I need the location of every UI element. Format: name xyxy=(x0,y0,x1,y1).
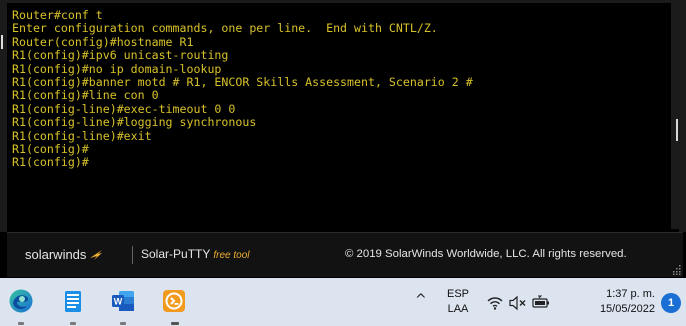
solar-putty-icon[interactable] xyxy=(161,288,187,314)
notification-badge[interactable]: 1 xyxy=(661,293,681,313)
scrollbar-thumb[interactable] xyxy=(676,119,678,141)
terminal-scrollbar[interactable] xyxy=(671,3,679,229)
notepad-icon[interactable] xyxy=(60,288,86,314)
edge-icon[interactable] xyxy=(8,288,34,314)
terminal-output[interactable]: Router#conf t Enter configuration comman… xyxy=(7,3,671,229)
product-title: Solar-PuTTY xyxy=(141,247,211,261)
free-tool-tag: free tool xyxy=(213,250,250,261)
input-language[interactable]: ESP LAA xyxy=(444,287,472,317)
terminal-line: R1(config-line)#exec-timeout 0 0 xyxy=(12,101,236,116)
clock-date: 15/05/2022 xyxy=(599,303,655,315)
terminal-line: R1(config)#line con 0 xyxy=(12,88,159,103)
resize-grip-icon[interactable] xyxy=(671,265,681,275)
clock-time: 1:37 p. m. xyxy=(606,288,655,300)
speaker-muted-icon[interactable] xyxy=(509,295,527,311)
brand-name: solarwinds xyxy=(25,247,87,262)
language-code: ESP xyxy=(446,288,469,300)
svg-text:W: W xyxy=(114,297,123,307)
taskbar-app-indicator-active xyxy=(171,322,179,325)
terminal-line: R1(config)#ipv6 unicast-routing xyxy=(12,48,229,63)
terminal-line: Router(config)#hostname R1 xyxy=(12,34,194,49)
terminal-line: R1(config-line)#exit xyxy=(12,128,152,143)
taskbar: W ^ ESP LAA 1:37 p. m. 15/05/2022 1 xyxy=(0,278,686,326)
taskbar-app-indicator xyxy=(120,322,126,325)
copyright-text: © 2019 SolarWinds Worldwide, LLC. All ri… xyxy=(345,248,627,260)
battery-charging-icon[interactable] xyxy=(532,295,550,311)
putty-footer: solarwinds Solar-PuTTY free tool © 2019 S… xyxy=(7,232,683,277)
terminal-line: R1(config)#no ip domain-lookup xyxy=(12,61,222,76)
wifi-icon[interactable] xyxy=(487,295,503,311)
terminal-line: Router#conf t xyxy=(12,8,103,22)
left-edge-marker xyxy=(1,35,3,49)
keyboard-layout: LAA xyxy=(447,303,469,315)
terminal-line: R1(config-line)#logging synchronous xyxy=(12,115,257,130)
terminal-line: R1(config)# xyxy=(12,141,89,156)
terminal-line: R1(config)#banner motd # R1, ENCOR Skill… xyxy=(12,74,473,89)
solarwinds-logo[interactable]: solarwinds xyxy=(25,247,103,262)
word-icon[interactable]: W xyxy=(110,288,136,314)
flame-icon xyxy=(90,249,103,260)
window-border-right xyxy=(679,0,686,232)
taskbar-app-indicator xyxy=(18,322,24,325)
system-clock[interactable]: 1:37 p. m. 15/05/2022 xyxy=(583,287,655,317)
terminal-line: R1(config)# xyxy=(12,155,89,170)
terminal-lines: Router#conf t Enter configuration comman… xyxy=(12,8,473,170)
product-name: Solar-PuTTY free tool xyxy=(141,247,250,261)
taskbar-app-indicator xyxy=(70,322,76,325)
footer-divider xyxy=(132,246,133,264)
terminal-line: Enter configuration commands, one per li… xyxy=(12,21,438,36)
chevron-up-icon[interactable]: ^ xyxy=(415,292,427,308)
